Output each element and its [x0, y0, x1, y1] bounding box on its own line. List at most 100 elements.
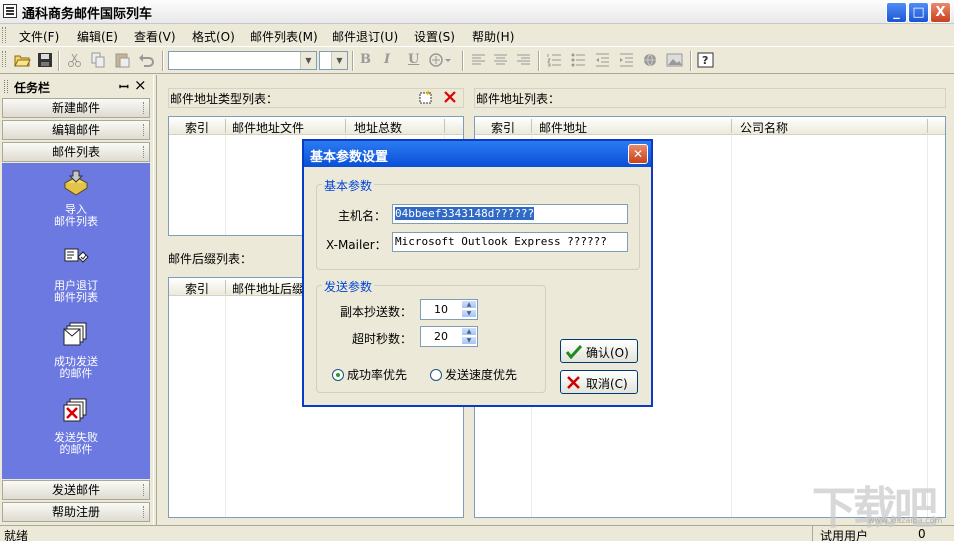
- toolbar-separator: [352, 51, 354, 71]
- underline-button[interactable]: U: [408, 52, 419, 67]
- column-header[interactable]: 邮件地址后缀: [232, 280, 304, 297]
- spin-up-icon[interactable]: ▲: [461, 300, 477, 309]
- column-header[interactable]: 邮件地址: [539, 119, 587, 136]
- dialog-title-bar[interactable]: 基本参数设置 ✕: [304, 141, 651, 167]
- task-entry-unsubscribe[interactable]: 用户退订 邮件列表: [2, 245, 150, 304]
- cancel-x-icon: [567, 376, 580, 389]
- column-header[interactable]: 索引: [185, 119, 209, 136]
- indent-icon[interactable]: [618, 52, 635, 68]
- task-tab-mail-list[interactable]: 邮件列表: [2, 142, 150, 162]
- toolbar-grip[interactable]: [2, 51, 6, 67]
- cut-icon[interactable]: [66, 52, 83, 68]
- column-header[interactable]: 地址总数: [354, 119, 402, 136]
- send-params-title: 发送参数: [322, 278, 375, 295]
- dialog-title: 基本参数设置: [310, 150, 389, 165]
- delete-icon[interactable]: [443, 90, 457, 104]
- task-pane-grip[interactable]: [4, 80, 8, 93]
- font-name-combo[interactable]: ▼: [168, 51, 317, 70]
- task-entry-import[interactable]: 导入 邮件列表: [2, 169, 150, 228]
- suffix-list-label: 邮件后缀列表：: [168, 252, 253, 266]
- minimize-button[interactable]: _: [886, 2, 907, 23]
- italic-button[interactable]: I: [384, 52, 390, 67]
- task-tab-send-mail[interactable]: 发送邮件: [2, 480, 150, 500]
- column-header[interactable]: 公司名称: [740, 119, 788, 136]
- font-color-icon[interactable]: [428, 52, 452, 68]
- status-bar: 就绪 试用用户 0: [0, 525, 954, 541]
- ok-button[interactable]: 确认(O): [560, 339, 638, 363]
- column-header[interactable]: 索引: [185, 280, 209, 297]
- toolbar-separator: [462, 51, 464, 71]
- task-tab-label: 帮助注册: [51, 505, 100, 519]
- host-input[interactable]: 04bbeef3343148d??????: [392, 204, 628, 224]
- menu-mail-list[interactable]: 邮件列表(M): [250, 28, 318, 45]
- menu-format[interactable]: 格式(O): [192, 28, 235, 45]
- bullet-list-icon[interactable]: [570, 52, 587, 68]
- hyperlink-icon[interactable]: [642, 52, 659, 68]
- copies-label: 副本抄送数：: [340, 305, 413, 319]
- xmailer-input[interactable]: Microsoft Outlook Express ??????: [392, 232, 628, 252]
- listview-header: 索引 邮件地址 公司名称: [475, 117, 945, 135]
- open-folder-icon[interactable]: [14, 52, 31, 68]
- basic-params-title: 基本参数: [322, 177, 375, 194]
- spin-down-icon[interactable]: ▼: [461, 309, 477, 318]
- copies-stepper[interactable]: 10 ▲ ▼: [420, 299, 478, 320]
- column-header[interactable]: 索引: [491, 119, 515, 136]
- menu-settings[interactable]: 设置(S): [414, 28, 455, 45]
- task-tab-new-mail[interactable]: 新建邮件: [2, 98, 150, 118]
- help-icon[interactable]: ?: [697, 52, 714, 68]
- sent-failed-icon: [63, 398, 87, 422]
- pin-icon[interactable]: ꟷ: [119, 78, 129, 95]
- menu-grip[interactable]: [2, 27, 6, 43]
- sent-success-icon: [63, 322, 87, 346]
- menu-help[interactable]: 帮助(H): [472, 28, 514, 45]
- basic-settings-dialog: 基本参数设置 ✕ 基本参数 主机名： 04bbeef3343148d??????…: [302, 139, 653, 407]
- menu-view[interactable]: 查看(V): [134, 28, 176, 45]
- toolbar-separator: [58, 51, 60, 71]
- window-title: 通科商务邮件国际列车: [22, 7, 153, 22]
- dialog-close-button[interactable]: ✕: [628, 144, 648, 164]
- cancel-button[interactable]: 取消(C): [560, 370, 638, 394]
- save-icon[interactable]: [37, 52, 54, 68]
- task-tab-help-register[interactable]: 帮助注册: [2, 502, 150, 522]
- spin-down-icon[interactable]: ▼: [461, 336, 477, 345]
- insert-image-icon[interactable]: [666, 52, 683, 68]
- pane-splitter[interactable]: [153, 75, 157, 525]
- task-entry-sent-success[interactable]: 成功发送 的邮件: [2, 321, 150, 380]
- align-right-icon[interactable]: [515, 52, 532, 68]
- align-center-icon[interactable]: [492, 52, 509, 68]
- column-header[interactable]: 邮件地址文件: [232, 119, 304, 136]
- menu-bar: 文件(F) 编辑(E) 查看(V) 格式(O) 邮件列表(M) 邮件退订(U) …: [0, 24, 954, 46]
- undo-icon[interactable]: [138, 52, 155, 68]
- radio-success-priority[interactable]: 成功率优先: [332, 366, 407, 383]
- task-pane-close-icon[interactable]: ×: [134, 76, 147, 94]
- menu-edit[interactable]: 编辑(E): [77, 28, 118, 45]
- task-tab-edit-mail[interactable]: 编辑邮件: [2, 120, 150, 140]
- outdent-icon[interactable]: [594, 52, 611, 68]
- menu-unsubscribe[interactable]: 邮件退订(U): [332, 28, 398, 45]
- radio-speed-priority[interactable]: 发送速度优先: [430, 366, 517, 383]
- copies-value: 10: [434, 303, 448, 316]
- paste-icon[interactable]: [114, 52, 131, 68]
- copy-icon[interactable]: [90, 52, 107, 68]
- spin-up-icon[interactable]: ▲: [461, 327, 477, 336]
- new-list-icon[interactable]: [418, 90, 433, 105]
- unsubscribe-icon: [64, 248, 89, 263]
- numbered-list-icon[interactable]: [546, 52, 563, 68]
- align-left-icon[interactable]: [470, 52, 487, 68]
- task-entry-sent-failed[interactable]: 发送失败 的邮件: [2, 397, 150, 456]
- task-tab-label: 编辑邮件: [51, 123, 100, 137]
- font-size-combo[interactable]: ▼: [319, 51, 348, 70]
- maximize-button[interactable]: □: [908, 2, 929, 23]
- timeout-stepper[interactable]: 20 ▲ ▼: [420, 326, 478, 347]
- bold-button[interactable]: B: [360, 52, 371, 67]
- task-entry-label: 的邮件: [59, 367, 93, 380]
- task-pane-body: 导入 邮件列表 用户退订 邮件列表 成功发送 的邮件 发送失败 的邮件: [2, 163, 150, 479]
- toolbar-separator: [538, 51, 540, 71]
- app-icon[interactable]: [3, 4, 17, 18]
- title-bar: 通科商务邮件国际列车 _ □ X: [0, 0, 954, 24]
- menu-file[interactable]: 文件(F): [19, 28, 59, 45]
- xmailer-label: X-Mailer：: [326, 238, 387, 252]
- close-button[interactable]: X: [930, 2, 951, 23]
- task-tab-label: 邮件列表: [51, 145, 100, 159]
- task-tab-label: 发送邮件: [51, 483, 100, 497]
